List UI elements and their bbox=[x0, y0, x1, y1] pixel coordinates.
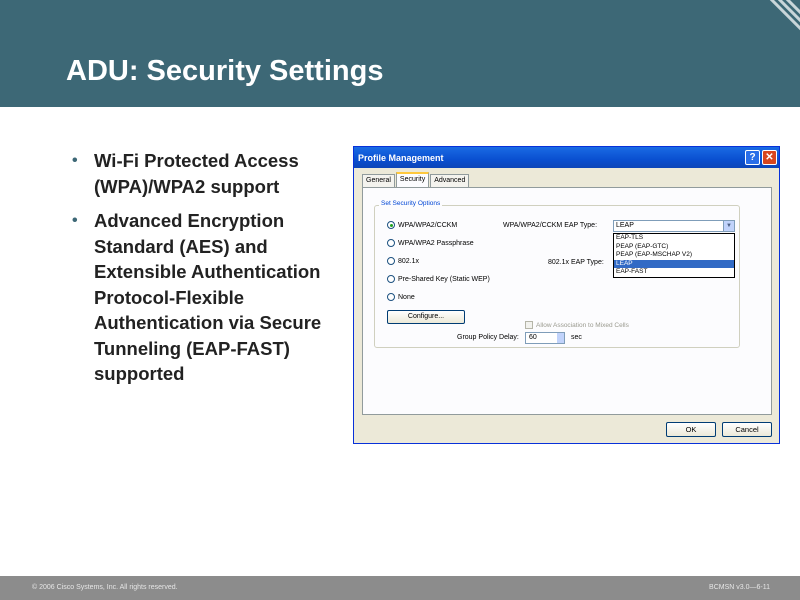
bullet-text: Advanced Encryption Standard (AES) and E… bbox=[94, 210, 322, 384]
eap-type-value: LEAP bbox=[616, 222, 634, 229]
profile-management-dialog: Profile Management ? ✕ General Security … bbox=[353, 146, 780, 444]
ok-button[interactable]: OK bbox=[666, 422, 716, 437]
group-policy-delay-label: Group Policy Delay: bbox=[457, 334, 519, 341]
slide-footer: © 2006 Cisco Systems, Inc. All rights re… bbox=[0, 576, 800, 600]
mixed-cells-checkbox[interactable] bbox=[525, 321, 533, 329]
radio-label: None bbox=[398, 293, 415, 301]
slide-title: ADU: Security Settings bbox=[66, 55, 384, 87]
radio-static-wep[interactable]: Pre-Shared Key (Static WEP) bbox=[387, 275, 490, 283]
radio-label: WPA/WPA2 Passphrase bbox=[398, 239, 474, 247]
dialog-title: Profile Management bbox=[358, 152, 444, 163]
group-title: Set Security Options bbox=[379, 200, 443, 207]
slide-header: ADU: Security Settings bbox=[0, 0, 800, 107]
security-tab-panel: Set Security Options WPA/WPA2/CCKM WPA/W… bbox=[362, 187, 772, 415]
group-policy-delay-value: 60 bbox=[529, 334, 537, 341]
eap-option-leap[interactable]: LEAP bbox=[614, 259, 734, 268]
radio-button[interactable] bbox=[387, 293, 395, 301]
eap-type-dropdown-list[interactable]: EAP-TLS PEAP (EAP-GTC) PEAP (EAP-MSCHAP … bbox=[613, 233, 735, 278]
tab-security[interactable]: Security bbox=[395, 172, 430, 187]
bullet-item: • Wi-Fi Protected Access (WPA)/WPA2 supp… bbox=[72, 148, 357, 199]
configure-button[interactable]: Configure... bbox=[387, 310, 465, 324]
corner-stripes-decoration bbox=[760, 0, 800, 40]
group-policy-delay-input[interactable]: 60 bbox=[525, 332, 565, 344]
eap-option-peap-gtc[interactable]: PEAP (EAP-GTC) bbox=[614, 243, 734, 252]
tab-advanced[interactable]: Advanced bbox=[430, 174, 470, 187]
radio-button[interactable] bbox=[387, 275, 395, 283]
help-icon[interactable]: ? bbox=[745, 150, 760, 165]
bullet-dot-icon: • bbox=[72, 152, 78, 169]
radio-button-checked[interactable] bbox=[387, 221, 395, 229]
tab-general[interactable]: General bbox=[362, 174, 395, 187]
close-icon[interactable]: ✕ bbox=[762, 150, 777, 165]
security-options-group: Set Security Options WPA/WPA2/CCKM WPA/W… bbox=[374, 200, 740, 348]
radio-wpa-cckm[interactable]: WPA/WPA2/CCKM bbox=[387, 221, 457, 229]
eap-type-label: WPA/WPA2/CCKM EAP Type: bbox=[503, 222, 598, 229]
eap-option-eap-fast[interactable]: EAP-FAST bbox=[614, 268, 734, 277]
tab-strip: General Security Advanced bbox=[362, 172, 470, 187]
spinner-icon[interactable] bbox=[557, 333, 564, 343]
cancel-button[interactable]: Cancel bbox=[722, 422, 772, 437]
radio-label: Pre-Shared Key (Static WEP) bbox=[398, 275, 490, 283]
radio-button[interactable] bbox=[387, 239, 395, 247]
radio-wpa-passphrase[interactable]: WPA/WPA2 Passphrase bbox=[387, 239, 474, 247]
dot1x-eap-type-label: 802.1x EAP Type: bbox=[548, 259, 604, 266]
radio-button[interactable] bbox=[387, 257, 395, 265]
bullet-dot-icon: • bbox=[72, 212, 78, 229]
dialog-titlebar[interactable]: Profile Management ? ✕ bbox=[354, 147, 779, 168]
radio-label: WPA/WPA2/CCKM bbox=[398, 221, 458, 229]
eap-option-peap-mschap[interactable]: PEAP (EAP-MSCHAP V2) bbox=[614, 251, 734, 260]
radio-label: 802.1x bbox=[398, 257, 420, 265]
bullet-text: Wi-Fi Protected Access (WPA)/WPA2 suppor… bbox=[94, 150, 299, 197]
bullet-item: • Advanced Encryption Standard (AES) and… bbox=[72, 208, 357, 387]
group-policy-unit: sec bbox=[571, 334, 582, 341]
course-code: BCMSN v3.0—6-11 bbox=[709, 584, 770, 591]
chevron-down-icon[interactable]: ▼ bbox=[723, 221, 734, 231]
copyright-text: © 2006 Cisco Systems, Inc. All rights re… bbox=[32, 584, 178, 591]
eap-option-eap-tls[interactable]: EAP-TLS bbox=[614, 234, 734, 243]
radio-8021x[interactable]: 802.1x bbox=[387, 257, 419, 265]
mixed-cells-checkbox-row[interactable]: Allow Association to Mixed Cells bbox=[525, 321, 629, 329]
radio-none[interactable]: None bbox=[387, 293, 415, 301]
mixed-cells-label: Allow Association to Mixed Cells bbox=[536, 321, 629, 329]
eap-type-select[interactable]: LEAP ▼ bbox=[613, 220, 735, 232]
bullet-list: • Wi-Fi Protected Access (WPA)/WPA2 supp… bbox=[72, 148, 357, 396]
